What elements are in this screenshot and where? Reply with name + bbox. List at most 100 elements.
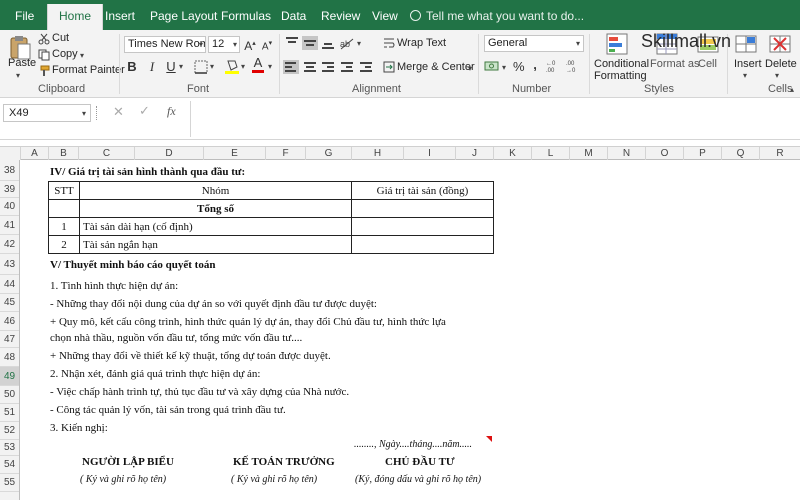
sheet-text-line[interactable]: + Quy mô, kết cấu công trình, hình thức …	[50, 316, 446, 328]
table-cell[interactable]	[351, 199, 494, 218]
select-all-corner[interactable]	[0, 147, 21, 160]
table-cell-total[interactable]: Tổng số	[79, 199, 352, 218]
column-header[interactable]: H	[352, 147, 404, 160]
row-header[interactable]: 44	[0, 275, 19, 294]
date-line[interactable]: ........, Ngày....tháng....năm.....	[354, 439, 472, 450]
column-header[interactable]: L	[532, 147, 570, 160]
tab-formulas[interactable]: Formulas	[221, 0, 271, 30]
merge-center-button[interactable]: Merge & Center	[397, 61, 475, 73]
column-header[interactable]: R	[760, 147, 800, 160]
column-header[interactable]: F	[266, 147, 306, 160]
column-header[interactable]: D	[135, 147, 204, 160]
column-header[interactable]: K	[494, 147, 532, 160]
decrease-indent-icon[interactable]	[339, 60, 355, 74]
font-size-chevron-down-icon[interactable]: ▾	[233, 40, 237, 49]
row-header[interactable]: 55	[0, 474, 19, 492]
row-header[interactable]: 53	[0, 440, 19, 456]
sheet-text-line[interactable]: - Những thay đổi nội dung của dự án so v…	[50, 298, 377, 310]
orientation-chevron-down-icon[interactable]: ▾	[357, 39, 361, 48]
sheet-text-line[interactable]: + Những thay đổi về thiết kế kỹ thuật, t…	[50, 350, 331, 362]
table-cell[interactable]	[48, 199, 80, 218]
font-color-chevron-down-icon[interactable]: ▾	[268, 62, 272, 71]
insert-function-button[interactable]: fx	[167, 104, 176, 119]
column-header[interactable]: J	[456, 147, 494, 160]
font-name-select[interactable]: Times New Roma	[124, 36, 206, 53]
decrease-decimal-icon[interactable]: .00→0	[566, 58, 583, 74]
align-left-icon[interactable]	[283, 60, 299, 74]
tab-data[interactable]: Data	[281, 0, 306, 30]
row-header[interactable]: 38	[0, 160, 19, 181]
row-header[interactable]: 43	[0, 254, 19, 275]
column-header[interactable]: O	[646, 147, 684, 160]
sheet-text-line[interactable]: 2. Nhận xét, đánh giá quá trình thực hiệ…	[50, 368, 260, 380]
number-format-select[interactable]: General	[484, 35, 584, 52]
percent-button[interactable]: %	[513, 59, 525, 75]
tell-me-search[interactable]: Tell me what you want to do...	[410, 0, 584, 30]
borders-icon[interactable]	[194, 60, 208, 74]
sheet-text-line[interactable]: - Công tác quản lý vốn, tài sản trong qu…	[50, 404, 286, 416]
name-box[interactable]: X49 ▾	[3, 104, 91, 122]
column-header[interactable]: A	[21, 147, 49, 160]
format-painter-button[interactable]: Format Painter	[52, 64, 125, 76]
currency-chevron-down-icon[interactable]: ▾	[502, 63, 506, 72]
tab-review[interactable]: Review	[321, 0, 360, 30]
column-header[interactable]: Q	[722, 147, 760, 160]
row-header[interactable]: 47	[0, 331, 19, 348]
copy-button[interactable]: Copy	[52, 48, 78, 60]
font-name-chevron-down-icon[interactable]: ▾	[199, 40, 203, 49]
fill-color-chevron-down-icon[interactable]: ▾	[241, 62, 245, 71]
row-header[interactable]: 51	[0, 404, 19, 422]
wrap-text-button[interactable]: Wrap Text	[397, 37, 446, 49]
increase-font-icon[interactable]: A▴	[244, 36, 256, 54]
row-header-selected[interactable]: 49	[0, 367, 19, 386]
format-as-table-label[interactable]: Format as	[650, 58, 700, 70]
align-bottom-icon[interactable]	[320, 36, 336, 50]
table-cell-name[interactable]: Tài sản ngắn hạn	[79, 235, 352, 254]
row-header[interactable]: 48	[0, 348, 19, 367]
column-header[interactable]: N	[608, 147, 646, 160]
comma-button[interactable]: ,	[531, 57, 539, 73]
fill-color-icon[interactable]	[225, 58, 239, 75]
table-cell[interactable]	[351, 235, 494, 254]
formula-input[interactable]	[190, 101, 800, 137]
copy-chevron-down-icon[interactable]: ▾	[80, 51, 84, 60]
sheet-text-line[interactable]: chọn nhà thầu, nguồn vốn đầu tư, tổng mứ…	[50, 332, 302, 344]
merge-chevron-down-icon[interactable]: ▾	[468, 64, 472, 73]
paste-label[interactable]: Paste	[8, 57, 36, 69]
column-header[interactable]: B	[49, 147, 79, 160]
align-center-icon[interactable]	[302, 60, 318, 74]
tab-insert[interactable]: Insert	[105, 0, 135, 30]
table-header-group[interactable]: Nhóm	[79, 181, 352, 200]
italic-button[interactable]: I	[146, 59, 158, 75]
increase-decimal-icon[interactable]: ←0.00	[546, 58, 563, 74]
table-cell-name[interactable]: Tài sản dài hạn (cố định)	[79, 217, 352, 236]
enter-icon[interactable]: ✓	[139, 103, 150, 119]
conditional-formatting-label[interactable]: Conditional	[594, 58, 649, 70]
delete-cells-button[interactable]: Delete	[765, 58, 797, 70]
column-header[interactable]: C	[79, 147, 135, 160]
column-header[interactable]: I	[404, 147, 456, 160]
sheet-text-line[interactable]: 3. Kiến nghị:	[50, 422, 108, 434]
align-middle-icon[interactable]	[302, 36, 318, 50]
table-header-value[interactable]: Giá trị tài sản (đồng)	[351, 181, 494, 200]
font-color-icon[interactable]: A	[252, 56, 264, 73]
sheet-text-line[interactable]: - Việc chấp hành trình tự, thủ tục đầu t…	[50, 386, 349, 398]
insert-chevron-down-icon[interactable]: ▾	[743, 71, 747, 80]
row-header[interactable]: 39	[0, 181, 19, 198]
orientation-icon[interactable]: ab	[339, 36, 355, 50]
currency-icon[interactable]	[484, 59, 500, 73]
underline-button[interactable]: U	[165, 59, 177, 75]
name-box-chevron-down-icon[interactable]: ▾	[82, 109, 86, 118]
table-cell-stt[interactable]: 1	[48, 217, 80, 236]
conditional-formatting-label-2[interactable]: Formatting	[594, 70, 647, 82]
insert-cells-button[interactable]: Insert	[734, 58, 762, 70]
table-cell-stt[interactable]: 2	[48, 235, 80, 254]
align-top-icon[interactable]	[284, 36, 300, 50]
column-header[interactable]: M	[570, 147, 608, 160]
delete-chevron-down-icon[interactable]: ▾	[775, 71, 779, 80]
column-header[interactable]: G	[306, 147, 352, 160]
cancel-icon[interactable]: ✕	[113, 104, 124, 120]
row-header[interactable]: 40	[0, 198, 19, 216]
table-header-stt[interactable]: STT	[48, 181, 80, 200]
borders-chevron-down-icon[interactable]: ▾	[210, 62, 214, 71]
